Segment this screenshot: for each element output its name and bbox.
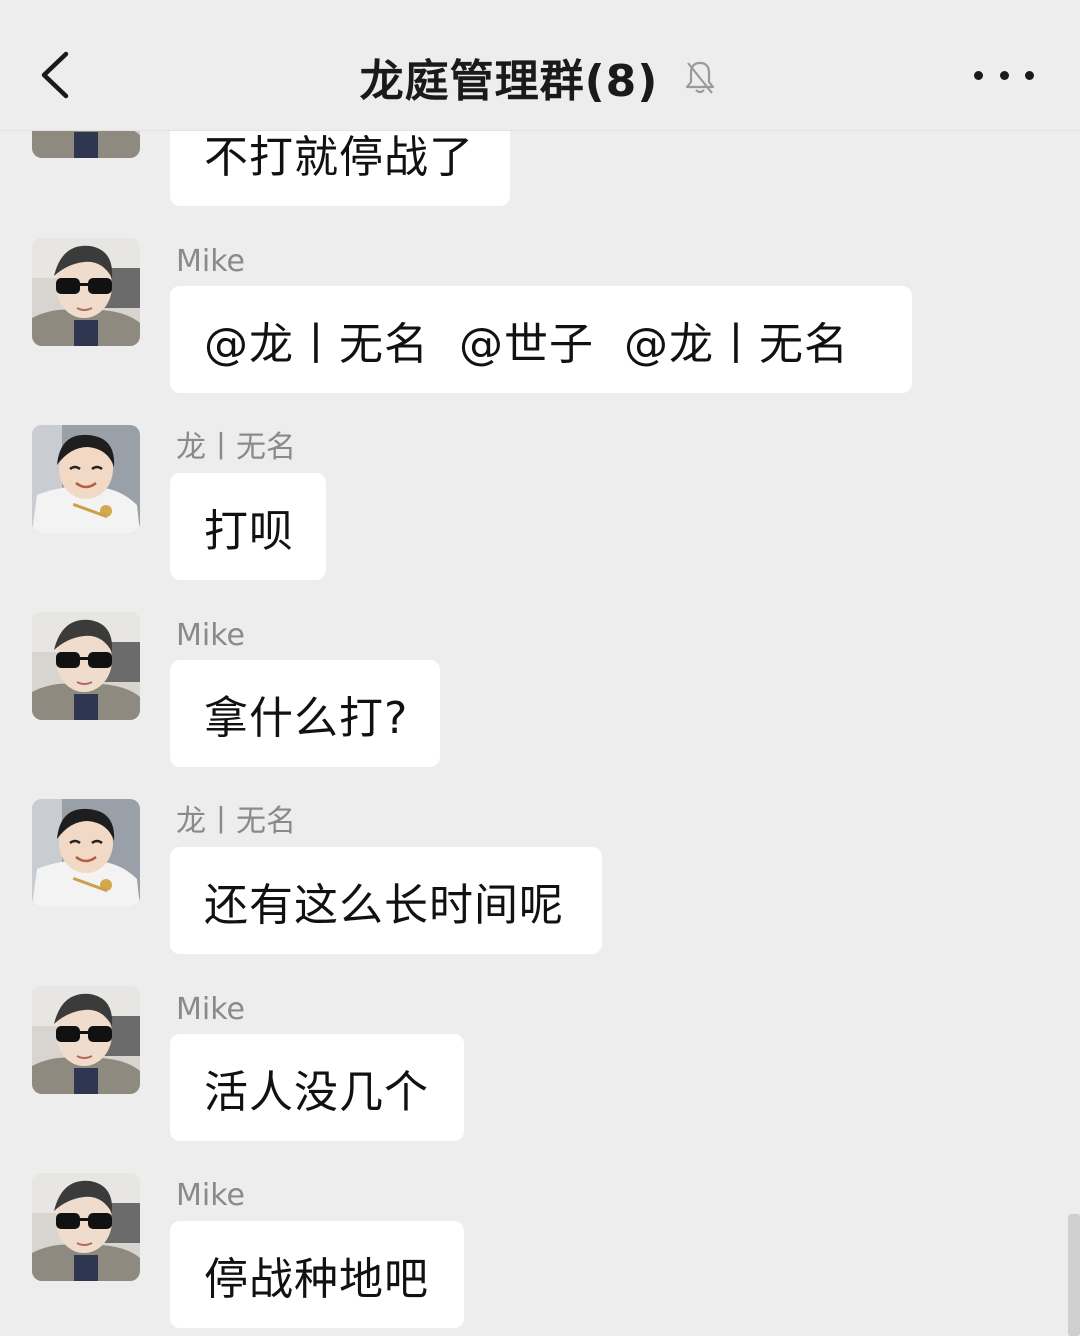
bell-off-icon [686,61,715,94]
message-text: 打呗 [204,505,294,557]
message-text: 还有这么长时间呢 [204,879,564,931]
child-avatar-image [32,799,140,907]
page-title: 龙庭管理群(8) [359,56,659,107]
title-area: 龙庭管理群(8) [0,42,1080,112]
avatar[interactable] [32,425,140,533]
message-bubble[interactable]: 拿什么打? [170,660,440,767]
sender-name: Mike [176,992,245,1027]
avatar[interactable] [32,799,140,907]
message-bubble[interactable]: 停战种地吧 [170,1221,464,1328]
message-bubble[interactable]: 还有这么长时间呢 [170,847,602,954]
sender-name: Mike [176,618,245,653]
sunglasses-avatar-image [32,612,140,720]
avatar[interactable] [32,1173,140,1281]
more-dot-icon [1025,70,1034,80]
sender-name: 龙丨无名 [176,430,296,465]
sender-name: Mike [176,244,245,279]
sunglasses-avatar-image [32,238,140,346]
avatar[interactable] [32,612,140,720]
message-text: 停战种地吧 [204,1253,429,1305]
sunglasses-avatar-image [32,986,140,1094]
avatar[interactable] [32,986,140,1094]
child-avatar-image [32,425,140,533]
more-dot-icon [974,70,983,80]
sender-name: Mike [176,1178,245,1213]
message-text: 拿什么打? [204,692,409,744]
chat-area[interactable]: 不打就停战了 Mike @龙丨无名 @世子 @龙丨无名 龙丨无名 打呗 Mike… [0,0,1080,1336]
message-text: @龙丨无名 @世子 @龙丨无名 [204,318,849,370]
message-bubble[interactable]: 活人没几个 [170,1034,464,1141]
sunglasses-avatar-image [32,1173,140,1281]
more-dot-icon [999,70,1009,80]
avatar[interactable] [32,238,140,346]
message-bubble[interactable]: @龙丨无名 @世子 @龙丨无名 [170,286,912,393]
chat-header: 龙庭管理群(8) [0,0,1080,131]
scrollbar[interactable] [1068,1214,1080,1336]
sender-name: 龙丨无名 [176,804,296,839]
more-button[interactable] [974,55,1034,95]
message-text: 活人没几个 [204,1066,429,1118]
message-bubble[interactable]: 打呗 [170,473,326,580]
